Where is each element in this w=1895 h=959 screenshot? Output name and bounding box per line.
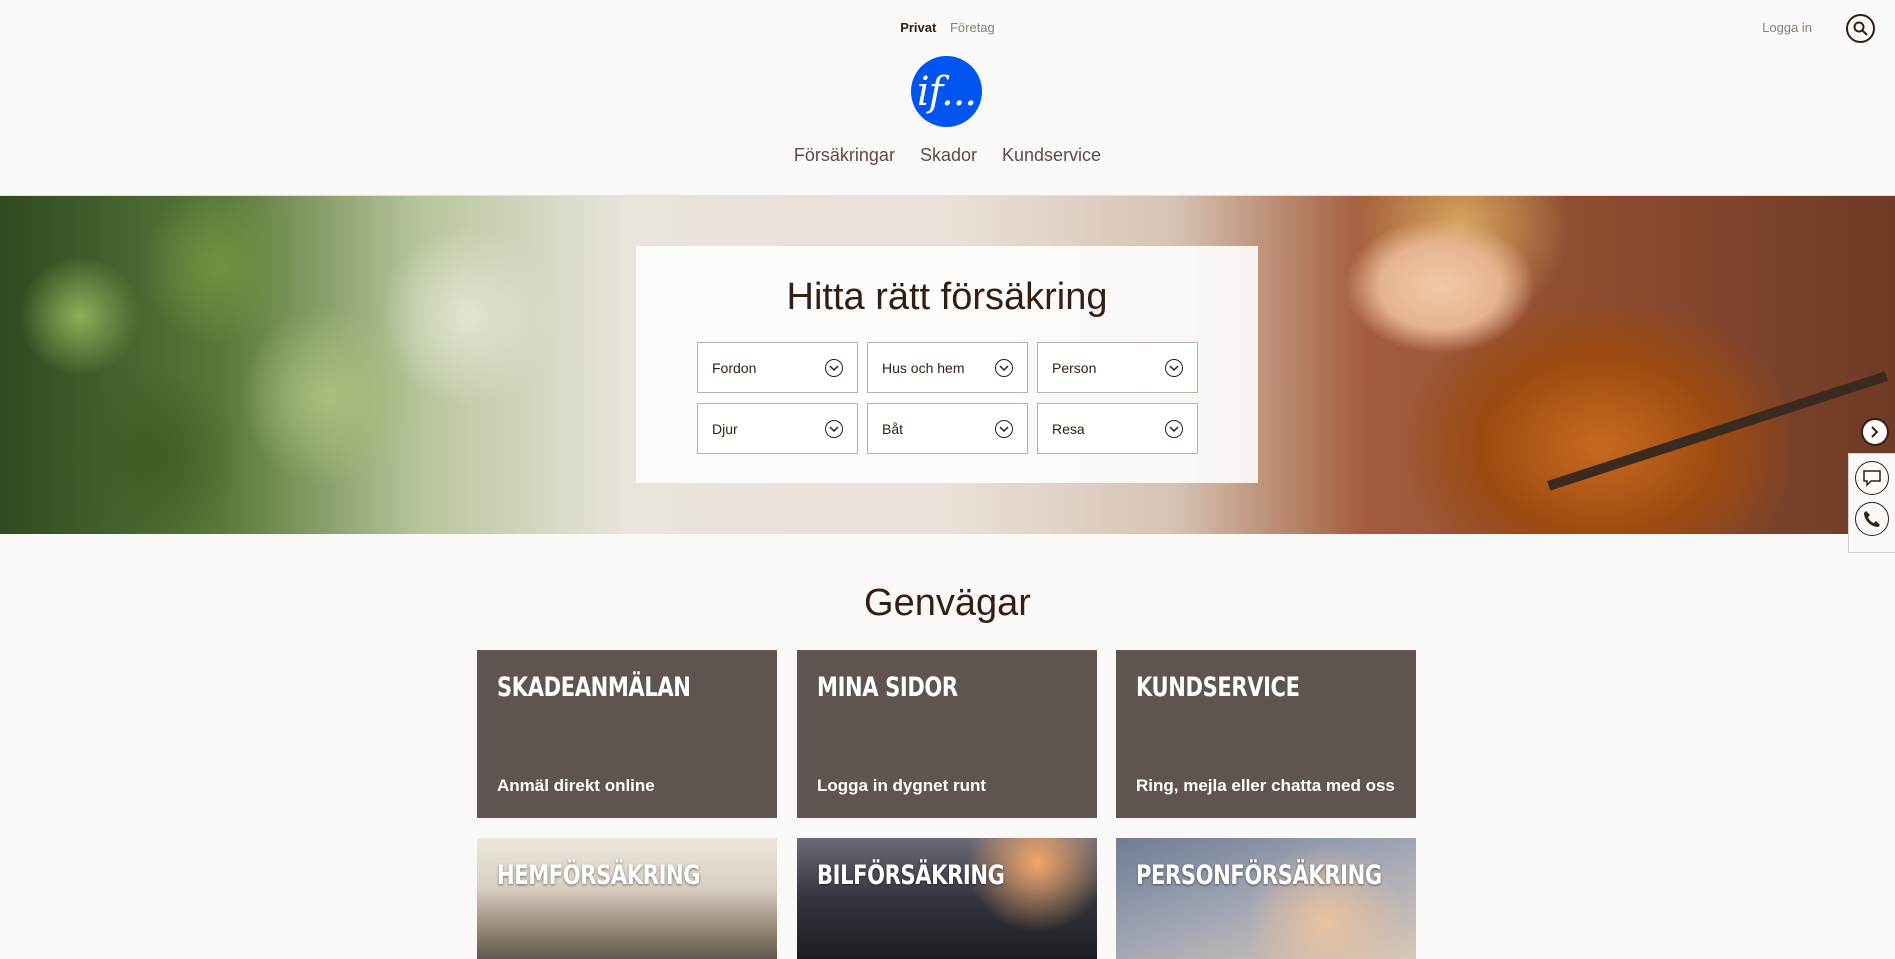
shortcut-tile-customer-service[interactable]: KUNDSERVICE Ring, mejla eller chatta med…	[1116, 650, 1416, 818]
nav-claims[interactable]: Skador	[920, 145, 977, 165]
shortcut-tile-claim[interactable]: SKADEANMÄLAN Anmäl direkt online	[477, 650, 777, 818]
product-tile-car[interactable]: BILFÖRSÄKRING	[797, 838, 1097, 959]
segment-switch: Privat Företag	[0, 20, 1895, 35]
chevron-down-icon	[825, 358, 843, 377]
search-button[interactable]	[1846, 14, 1875, 43]
category-boat-select[interactable]: Båt	[867, 403, 1028, 454]
contact-sidebar	[1848, 453, 1895, 553]
main-navigation: Försäkringar Skador Kundservice	[0, 145, 1895, 166]
tile-subtitle: Anmäl direkt online	[497, 776, 655, 795]
phone-icon	[1864, 511, 1880, 527]
chevron-down-icon	[825, 419, 843, 438]
nav-insurances[interactable]: Försäkringar	[794, 145, 895, 165]
hero-banner: Hitta rätt försäkring Fordon Hus och hem…	[0, 196, 1895, 534]
tile-title: MINA SIDOR	[817, 672, 958, 703]
category-travel-select[interactable]: Resa	[1037, 403, 1198, 454]
if-logo[interactable]: if...	[911, 56, 982, 127]
chat-icon	[1863, 470, 1881, 487]
shortcut-tile-my-pages[interactable]: MINA SIDOR Logga in dygnet runt	[797, 650, 1097, 818]
nav-customer-service[interactable]: Kundservice	[1002, 145, 1101, 165]
segment-private[interactable]: Privat	[900, 20, 936, 35]
tile-title: PERSONFÖRSÄKRING	[1136, 860, 1382, 891]
chevron-right-icon	[1871, 426, 1879, 438]
chevron-down-icon	[1165, 358, 1183, 377]
tile-subtitle: Ring, mejla eller chatta med oss	[1136, 776, 1395, 795]
tile-title: HEMFÖRSÄKRING	[497, 860, 701, 891]
site-header: Privat Företag Logga in if... Försäkring…	[0, 0, 1895, 196]
category-label: Hus och hem	[882, 359, 965, 376]
next-slide-button[interactable]	[1861, 418, 1889, 446]
hero-title: Hitta rätt försäkring	[786, 276, 1108, 318]
category-label: Fordon	[712, 359, 757, 376]
shortcuts-title: Genvägar	[864, 582, 1031, 624]
category-vehicle-select[interactable]: Fordon	[697, 342, 858, 393]
segment-business[interactable]: Företag	[950, 20, 995, 35]
phone-button[interactable]	[1855, 502, 1889, 536]
category-label: Djur	[712, 420, 738, 437]
category-home-select[interactable]: Hus och hem	[867, 342, 1028, 393]
product-tile-person[interactable]: PERSONFÖRSÄKRING	[1116, 838, 1416, 959]
category-person-select[interactable]: Person	[1037, 342, 1198, 393]
category-label: Båt	[882, 420, 904, 437]
tile-subtitle: Logga in dygnet runt	[817, 776, 987, 795]
chat-button[interactable]	[1855, 461, 1889, 495]
tile-title: KUNDSERVICE	[1136, 672, 1300, 703]
category-label: Person	[1052, 359, 1097, 376]
login-link[interactable]: Logga in	[1762, 20, 1812, 35]
search-icon	[1853, 21, 1868, 36]
insurance-finder-card: Hitta rätt försäkring Fordon Hus och hem…	[636, 246, 1258, 483]
chevron-down-icon	[995, 358, 1013, 377]
tile-title: BILFÖRSÄKRING	[817, 860, 1005, 891]
hero-foliage-image	[0, 196, 560, 534]
chevron-down-icon	[1165, 419, 1183, 438]
product-tile-home[interactable]: HEMFÖRSÄKRING	[477, 838, 777, 959]
chevron-down-icon	[995, 419, 1013, 438]
tile-title: SKADEANMÄLAN	[497, 672, 691, 703]
category-pet-select[interactable]: Djur	[697, 403, 858, 454]
hero-woman-image	[1270, 196, 1790, 534]
category-label: Resa	[1052, 420, 1085, 437]
